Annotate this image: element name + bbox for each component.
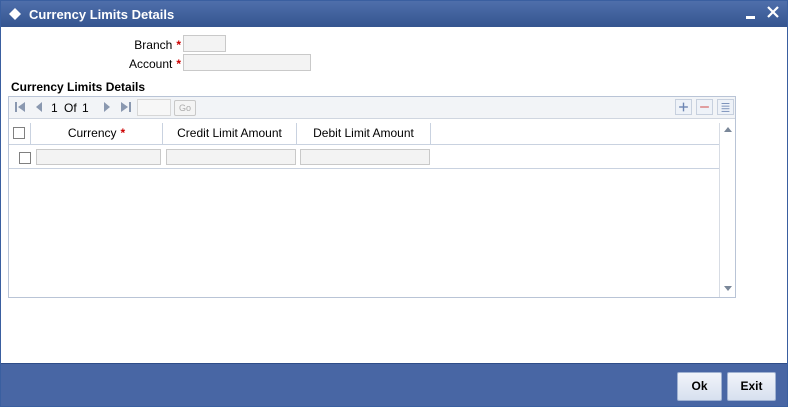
- exit-button[interactable]: Exit: [727, 372, 776, 401]
- current-page: 1: [51, 101, 58, 115]
- column-header-credit-limit[interactable]: Credit Limit Amount: [163, 123, 297, 145]
- section-title: Currency Limits Details: [11, 80, 146, 94]
- table-row: [9, 145, 719, 169]
- last-page-icon[interactable]: [120, 101, 132, 113]
- branch-field[interactable]: [183, 35, 226, 52]
- select-all-cell: [9, 123, 31, 145]
- currency-cell-input[interactable]: [36, 149, 161, 165]
- currency-required-mark: *: [120, 126, 126, 140]
- column-header-currency[interactable]: Currency *: [31, 123, 163, 145]
- scroll-down-icon[interactable]: [723, 283, 733, 293]
- currency-limits-grid: 1 Of 1 Go Currency * Credit Limit Amount…: [8, 96, 736, 298]
- first-page-icon[interactable]: [14, 101, 26, 113]
- select-all-checkbox[interactable]: [13, 127, 25, 139]
- credit-limit-cell-input[interactable]: [166, 149, 296, 165]
- account-field[interactable]: [183, 54, 311, 71]
- next-page-icon[interactable]: [101, 101, 113, 113]
- of-label: Of: [64, 101, 77, 115]
- branch-label: Branch *: [91, 38, 181, 52]
- single-record-view-icon[interactable]: [717, 99, 734, 115]
- account-label: Account *: [91, 57, 181, 71]
- ok-button[interactable]: Ok: [677, 372, 722, 401]
- debit-limit-cell-input[interactable]: [300, 149, 430, 165]
- goto-page-input[interactable]: [137, 99, 171, 116]
- row-checkbox[interactable]: [19, 152, 31, 164]
- branch-label-text: Branch: [134, 38, 173, 52]
- window-title: Currency Limits Details: [29, 7, 175, 22]
- grid-toolbar: 1 Of 1 Go: [9, 97, 735, 119]
- go-button[interactable]: Go: [174, 100, 196, 116]
- grid-header: Currency * Credit Limit Amount Debit Limi…: [9, 123, 719, 145]
- currency-limits-window: Currency Limits Details Branch * Account *…: [0, 0, 788, 407]
- previous-page-icon[interactable]: [33, 101, 45, 113]
- vertical-scrollbar[interactable]: [719, 123, 735, 297]
- column-header-debit-limit[interactable]: Debit Limit Amount: [297, 123, 431, 145]
- currency-header-label: Currency: [67, 126, 117, 140]
- branch-required-mark: *: [176, 38, 181, 52]
- delete-row-icon[interactable]: [696, 99, 713, 115]
- footer-bar: Ok Exit: [1, 363, 787, 406]
- scroll-up-icon[interactable]: [723, 125, 733, 135]
- account-label-text: Account: [128, 57, 173, 71]
- total-pages: 1: [82, 101, 89, 115]
- close-icon[interactable]: [766, 3, 780, 21]
- minimize-icon[interactable]: [744, 4, 758, 22]
- add-row-icon[interactable]: [675, 99, 692, 115]
- diamond-icon: [9, 8, 21, 20]
- account-required-mark: *: [176, 57, 181, 71]
- title-bar: Currency Limits Details: [1, 1, 787, 27]
